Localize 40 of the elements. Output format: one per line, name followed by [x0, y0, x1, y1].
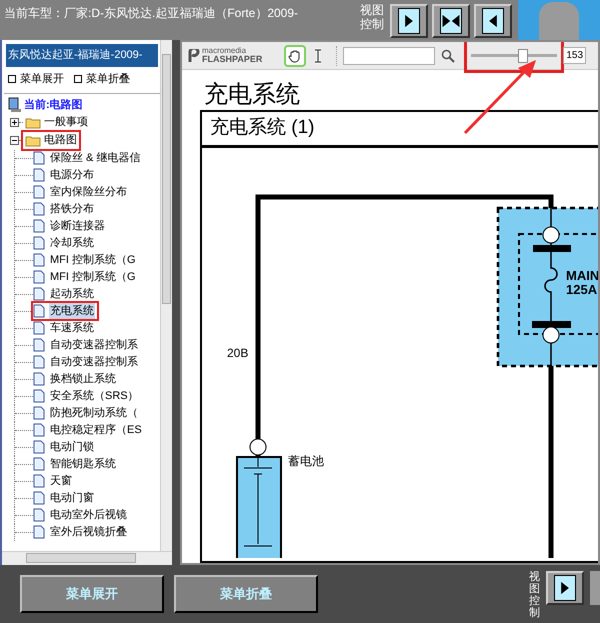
folder-label: 一般事项: [44, 115, 88, 130]
tree-item[interactable]: 自动变速器控制系: [49, 354, 139, 370]
tree-item[interactable]: MFI 控制系统（G: [49, 252, 137, 268]
page-title: 充电系统: [204, 81, 300, 108]
tree-item[interactable]: 防抱死制动系统（: [49, 404, 139, 422]
zoom-field[interactable]: 153: [563, 47, 586, 64]
view-control-label: 视图控制: [360, 3, 385, 31]
wiring-diagram-drawing: MAIN 125A 20B 蓄电池: [202, 148, 598, 558]
tree-item[interactable]: 换档锁止系统: [49, 370, 117, 388]
model-selector[interactable]: 东风悦达起亚-福瑞迪-2009-: [6, 44, 158, 66]
tree-folder[interactable]: 一般事项: [23, 114, 90, 131]
tree-folder[interactable]: 电路图: [23, 132, 79, 149]
tree-item[interactable]: 起动系统: [49, 286, 95, 302]
menu-link[interactable]: 菜单展开: [8, 70, 64, 87]
view-control-label: 视图控制: [529, 571, 540, 620]
section-title: 充电系统 (1): [210, 117, 314, 138]
logo-bottom-text: FLASHPAPER: [202, 55, 262, 64]
tree-item[interactable]: 室内保险丝分布: [49, 184, 128, 200]
tree-item[interactable]: 天窗: [49, 472, 73, 490]
tree-item[interactable]: 冷却系统: [49, 234, 95, 252]
tree-item[interactable]: 电动门锁: [49, 438, 95, 456]
logo-top-text: macromedia: [202, 47, 248, 55]
tree-item[interactable]: 室外后视镜折叠: [49, 524, 128, 540]
current-category-label: 当前:电路图: [24, 98, 83, 113]
folder-label: 电路图: [44, 133, 77, 148]
tree-item[interactable]: 安全系统（SRS）: [49, 388, 140, 404]
car-model-title: 当前车型：厂家:D-东风悦达.起亚福瑞迪（Forte）2009-: [3, 5, 300, 22]
tree-item[interactable]: 诊断连接器: [49, 218, 106, 234]
tree-item[interactable]: 保险丝 & 继电器信: [49, 150, 142, 166]
tree-item[interactable]: 智能钥匙系统: [49, 456, 117, 472]
tree-item[interactable]: 电动门窗: [49, 490, 95, 506]
tree-item[interactable]: 电动室外后视镜: [49, 506, 128, 524]
tree-item[interactable]: 电源分布: [49, 166, 95, 184]
menu-link[interactable]: 菜单折叠: [74, 70, 130, 87]
tree-item[interactable]: MFI 控制系统（G: [49, 268, 137, 286]
tree-item[interactable]: 车速系统: [49, 320, 95, 336]
tree-item[interactable]: 搭铁分布: [49, 200, 95, 218]
tree-item[interactable]: 电控稳定程序（ES: [49, 422, 143, 438]
tree-item[interactable]: 自动变速器控制系: [49, 336, 139, 354]
tree-item[interactable]: 充电系统: [49, 302, 95, 320]
